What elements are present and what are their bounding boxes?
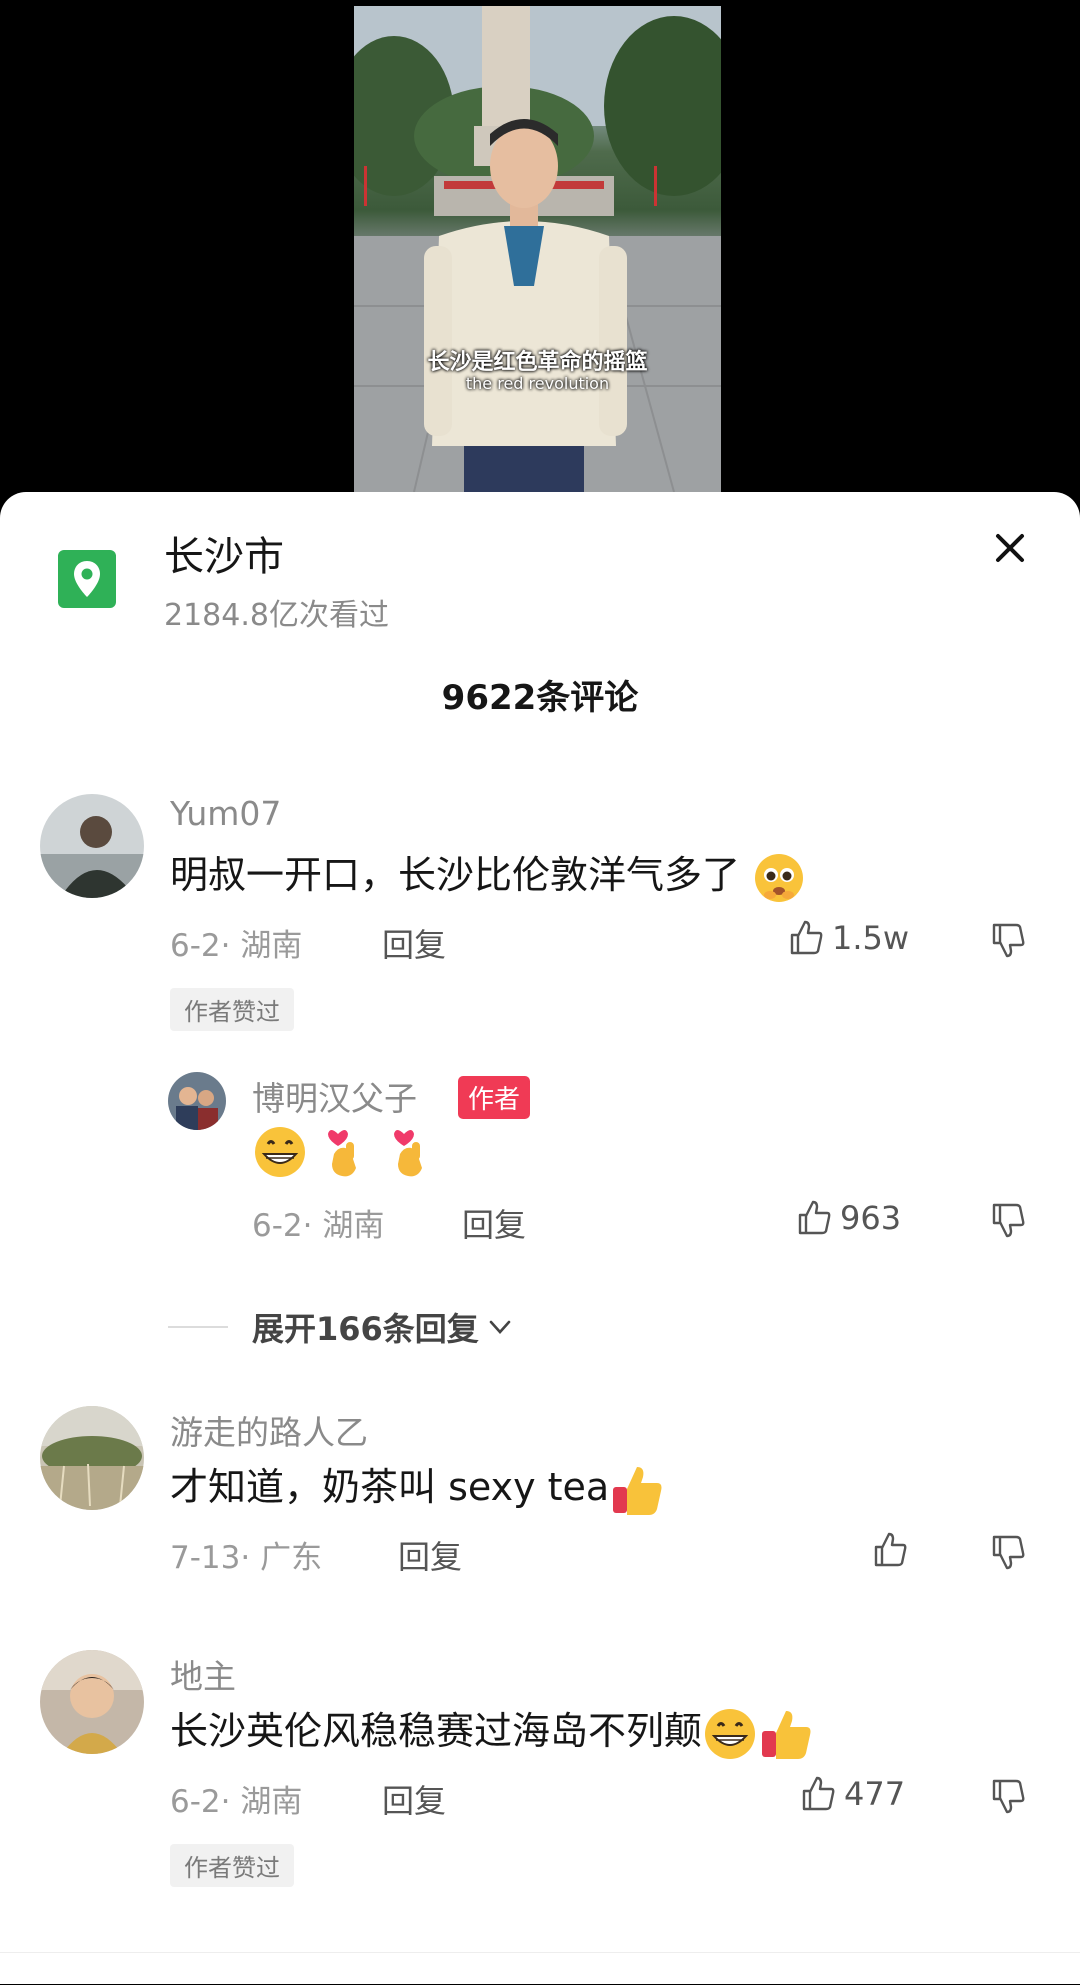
thumbs-up-icon xyxy=(790,920,823,955)
bottom-input-bar[interactable] xyxy=(0,1952,1080,1985)
author-liked-badge: 作者赞过 xyxy=(170,1844,294,1887)
reply-button[interactable]: 回复 xyxy=(462,1200,526,1246)
thumbs-down-icon xyxy=(992,1779,1025,1814)
like-count: 477 xyxy=(844,1775,906,1813)
video-frame[interactable]: 长沙是红色革命的摇篮 the red revolution xyxy=(354,6,721,492)
like-button[interactable]: 963 xyxy=(794,1198,901,1238)
expand-replies-button[interactable]: 展开166条回复 xyxy=(168,1304,515,1350)
comment-username[interactable]: 游走的路人乙 xyxy=(170,1406,368,1454)
video-subtitle-english: the red revolution xyxy=(465,374,610,393)
location-view-count: 2184.8亿次看过 xyxy=(164,598,389,633)
thumbs-up-emoji xyxy=(613,1466,662,1515)
comment-meta: 6-2· 湖南 xyxy=(252,1208,385,1244)
reply-button[interactable]: 回复 xyxy=(382,1776,446,1822)
like-button[interactable]: 477 xyxy=(798,1774,905,1814)
close-button[interactable] xyxy=(990,528,1030,568)
dislike-button[interactable] xyxy=(988,1200,1028,1244)
finger-heart-emoji xyxy=(394,1130,423,1177)
grin-face-emoji xyxy=(705,1708,756,1759)
dislike-button[interactable] xyxy=(988,1776,1028,1820)
author-liked-badge: 作者赞过 xyxy=(170,988,294,1031)
video-scene-illustration xyxy=(354,6,721,492)
like-button[interactable] xyxy=(870,1530,916,1570)
author-badge: 作者 xyxy=(458,1076,531,1119)
comment-emoji-row xyxy=(252,1124,440,1180)
divider xyxy=(168,1326,228,1328)
avatar[interactable] xyxy=(168,1072,226,1130)
comment-meta: 6-2· 湖南 xyxy=(170,1784,303,1820)
avatar[interactable] xyxy=(40,1650,144,1754)
thumbs-down-icon xyxy=(992,1535,1025,1570)
comment-text: 长沙英伦风稳稳赛过海岛不列颠 xyxy=(170,1700,816,1763)
comment-sheet: 长沙市 2184.8亿次看过 9622条评论 Yum07 明叔一开口，长沙比伦敦… xyxy=(0,492,1080,1984)
thumbs-up-icon xyxy=(802,1776,835,1811)
dislike-button[interactable] xyxy=(988,920,1028,964)
location-title[interactable]: 长沙市 xyxy=(164,524,284,582)
chevron-down-icon xyxy=(489,1320,511,1334)
video-subtitle-chinese: 长沙是红色革命的摇篮 xyxy=(427,350,648,375)
comments-count-title: 9622条评论 xyxy=(441,678,639,718)
thumbs-up-icon xyxy=(874,1532,907,1567)
like-count: 1.5w xyxy=(832,919,910,957)
like-count: 963 xyxy=(840,1199,902,1237)
comment-username[interactable]: 博明汉父子 xyxy=(252,1072,417,1120)
expand-replies-label: 展开166条回复 xyxy=(252,1310,479,1348)
comment-text: 才知道，奶茶叫 sexy tea xyxy=(170,1456,667,1519)
close-icon xyxy=(996,534,1024,562)
reply-button[interactable]: 回复 xyxy=(398,1532,462,1578)
avatar[interactable] xyxy=(40,794,144,898)
thumbs-down-icon xyxy=(992,923,1025,958)
thumbs-down-icon xyxy=(992,1203,1025,1238)
comment-text: 明叔一开口，长沙比伦敦洋气多了 xyxy=(170,844,806,905)
pleading-face-emoji xyxy=(755,853,804,902)
comment-meta: 6-2· 湖南 xyxy=(170,928,303,964)
grin-face-emoji xyxy=(255,1127,305,1177)
reply-button[interactable]: 回复 xyxy=(382,920,446,966)
like-button[interactable]: 1.5w xyxy=(786,918,909,958)
video-player[interactable]: 长沙是红色革命的摇篮 the red revolution xyxy=(0,0,1080,500)
comment-meta: 7-13· 广东 xyxy=(170,1540,323,1576)
finger-heart-emoji xyxy=(328,1130,357,1177)
thumbs-up-emoji xyxy=(762,1710,811,1759)
location-pin-icon[interactable] xyxy=(58,550,116,608)
comment-username[interactable]: Yum07 xyxy=(170,794,281,833)
dislike-button[interactable] xyxy=(988,1532,1028,1576)
comment-username[interactable]: 地主 xyxy=(170,1650,236,1698)
avatar[interactable] xyxy=(40,1406,144,1510)
thumbs-up-icon xyxy=(798,1200,831,1235)
